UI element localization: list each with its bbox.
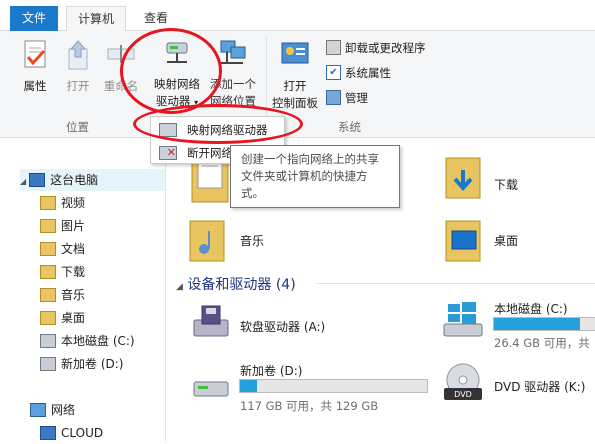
new-d-usage-bar [239,379,428,393]
menu-item-label: 断开网络 [187,146,233,160]
open-control-panel-button[interactable]: 打开 控制面板 [268,39,322,112]
tooltip-line: 文件夹或计算机的快捷方 [241,169,368,183]
pictures-folder-icon [40,218,56,233]
nav-item-videos[interactable]: 视频 [40,192,85,214]
control-panel-icon [281,42,309,64]
nav-item-documents[interactable]: 文档 [40,238,85,260]
nav-item-local-disk-c[interactable]: 本地磁盘 (C:) [40,330,135,352]
open-label: 打开 [66,79,90,93]
open-button[interactable]: 打开 [60,39,96,95]
nav-item-new-volume-d[interactable]: 新加卷 (D:) [40,353,123,375]
group-label-system: 系统 [338,120,361,134]
manage-button[interactable]: 管理 [326,87,368,109]
music-folder-icon [40,287,56,302]
system-properties-icon: ✔ [326,65,341,80]
drive-icon [40,356,56,371]
drive-icon [193,381,229,397]
section-divider [316,283,595,284]
nav-label: CLOUD [61,426,104,440]
tooltip-line: 创建一个指向网络上的共享 [241,152,379,166]
group-label-location: 位置 [66,120,89,134]
drive-label-local-c[interactable]: 本地磁盘 (C:) [494,300,568,317]
properties-button[interactable]: 属性 [14,39,56,95]
open-icon [68,40,88,70]
network-location-icon [220,40,246,64]
videos-folder-icon [40,195,56,210]
new-d-free-text: 117 GB 可用，共 129 GB [240,399,379,413]
uninstall-icon [326,40,341,55]
uninstall-label: 卸载或更改程序 [345,41,426,55]
open-cp-label-1: 打开 [283,79,307,93]
system-properties-label: 系统属性 [345,66,391,80]
tooltip: 创建一个指向网络上的共享 文件夹或计算机的快捷方 式。 [230,145,400,208]
nav-label: 视频 [61,196,86,210]
music-folder-icon [189,220,225,262]
manage-label: 管理 [345,91,368,105]
nav-label: 下载 [61,265,86,279]
drive-label-dvd[interactable]: DVD 驱动器 (K:) [494,378,585,395]
annotation-circle-menu-item [133,104,303,144]
nav-item-downloads[interactable]: 下载 [40,261,85,283]
devices-header-label: 设备和驱动器 (4) [187,277,296,293]
drive-label-new-d[interactable]: 新加卷 (D:) [240,362,302,379]
network-icon [30,402,46,417]
nav-label: 本地磁盘 (C:) [61,334,135,348]
nav-item-cloud[interactable]: CLOUD [40,422,103,444]
desktop-folder-icon [445,220,481,262]
drive-icon [40,333,56,348]
nav-item-music[interactable]: 音乐 [40,284,85,306]
tooltip-line: 式。 [241,186,264,200]
nav-label: 图片 [61,219,86,233]
local-c-usage-fill [494,318,581,330]
disconnect-drive-icon: ✕ [159,146,177,160]
chevron-down-icon: ◢ [176,282,183,292]
folder-label-music[interactable]: 音乐 [240,232,264,249]
nav-item-desktop[interactable]: 桌面 [40,307,85,329]
folder-label-downloads[interactable]: 下载 [494,176,518,193]
downloads-folder-icon [445,157,481,199]
local-c-usage-bar [493,317,595,331]
manage-icon [326,90,341,105]
nav-label: 桌面 [61,311,86,325]
nav-label: 网络 [51,403,76,417]
computer-icon [29,172,46,187]
nav-label: 文档 [61,242,86,256]
uninstall-button[interactable]: 卸载或更改程序 [326,37,426,59]
properties-icon [24,40,46,68]
devices-section-header[interactable]: ◢ 设备和驱动器 (4) [176,274,296,294]
nav-item-pictures[interactable]: 图片 [40,215,85,237]
tab-file[interactable]: 文件 [10,6,58,31]
windows-drive-icon [443,302,483,337]
downloads-folder-icon [40,264,56,279]
annotation-circle-map-drive [120,28,222,114]
floppy-drive-icon [193,305,229,337]
nav-label: 音乐 [61,288,86,302]
folder-label-desktop[interactable]: 桌面 [494,232,518,249]
system-properties-button[interactable]: ✔ 系统属性 [326,62,391,84]
new-d-usage-fill [240,380,257,392]
desktop-folder-icon [40,310,56,325]
drive-label-floppy[interactable]: 软盘驱动器 (A:) [240,318,325,335]
local-c-free-text: 26.4 GB 可用，共 [494,336,590,350]
nav-item-this-pc[interactable]: ◢ 这台电脑 [20,169,165,191]
nav-item-network[interactable]: 网络 [30,399,75,421]
chevron-down-icon: ◢ [20,177,27,186]
nav-label: 新加卷 (D:) [61,357,124,371]
dvd-drive-icon: DVD [444,363,482,400]
dvd-badge-text: DVD [454,390,472,399]
computer-icon [40,425,56,440]
documents-folder-icon [40,241,56,256]
properties-label: 属性 [23,79,47,93]
tab-computer[interactable]: 计算机 [66,6,126,32]
nav-label: 这台电脑 [50,173,99,187]
